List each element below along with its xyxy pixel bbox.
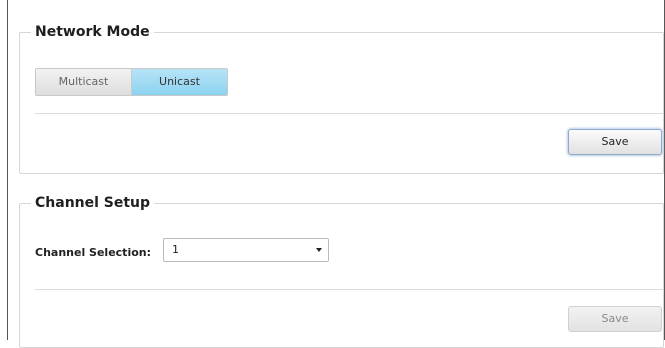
channel-setup-title: Channel Setup [31, 194, 155, 212]
network-mode-toggle: Multicast Unicast [35, 68, 228, 96]
channel-selection-dropdown[interactable]: 1 [163, 238, 329, 262]
chevron-down-icon [316, 248, 322, 252]
channel-setup-save-button[interactable]: Save [568, 306, 662, 332]
unicast-option[interactable]: Unicast [132, 69, 227, 95]
channel-setup-divider [35, 289, 664, 290]
network-mode-title: Network Mode [31, 23, 154, 41]
multicast-option[interactable]: Multicast [36, 69, 132, 95]
network-mode-divider [35, 113, 664, 114]
window-left-border [7, 0, 8, 340]
channel-selection-label: Channel Selection: [35, 246, 151, 259]
channel-selection-value: 1 [172, 243, 179, 256]
network-mode-save-button[interactable]: Save [568, 129, 662, 155]
